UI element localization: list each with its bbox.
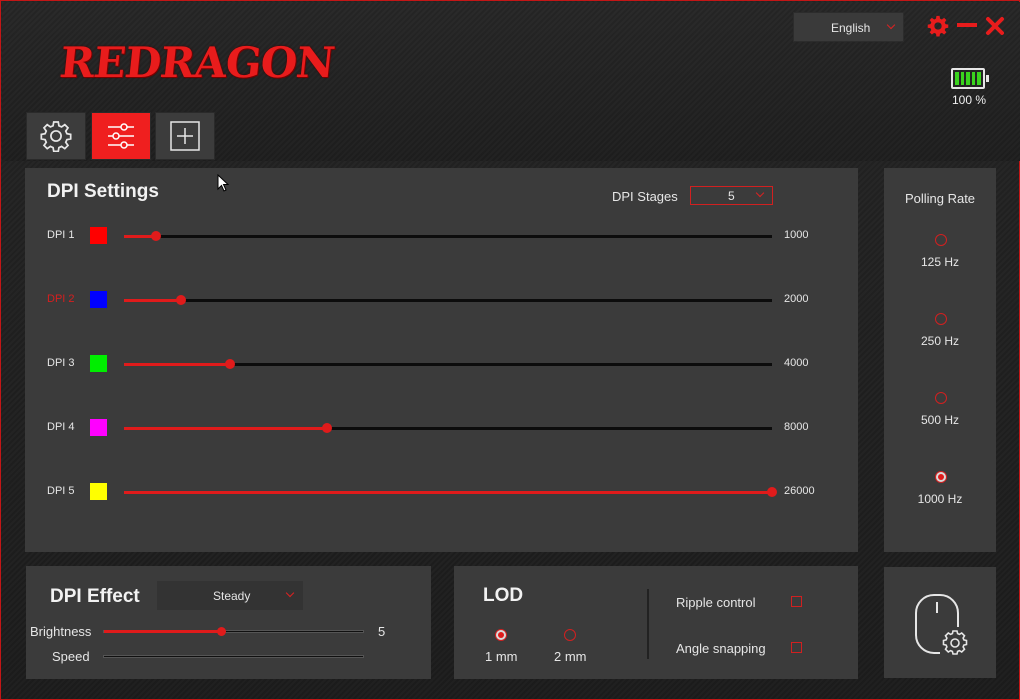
dpi-color-swatch[interactable] [90,419,107,436]
polling-radio[interactable] [935,392,947,404]
polling-option-label: 250 Hz [920,334,960,348]
dpi-row: DPI 1 1000 [47,226,827,246]
dpi-slider-thumb[interactable] [322,423,332,433]
lod-radio-2mm[interactable] [564,629,576,641]
dpi-slider-fill [124,427,327,430]
dpi-slider-thumb[interactable] [151,231,161,241]
polling-radio[interactable] [935,313,947,325]
ripple-control-label: Ripple control [676,595,756,610]
dpi-row-value: 8000 [784,421,809,433]
close-icon[interactable] [985,16,1005,36]
dpi-effect-value: Steady [213,589,251,603]
dpi-color-swatch[interactable] [90,355,107,372]
battery-percent: 100 % [951,93,987,107]
dpi-color-swatch[interactable] [90,227,107,244]
polling-option-label: 1000 Hz [917,492,963,506]
dpi-row: DPI 4 8000 [47,418,827,438]
dpi-row-value: 26000 [784,485,815,497]
chevron-down-icon [755,188,765,198]
brightness-label: Brightness [30,624,92,639]
dpi-slider-fill [124,363,230,366]
chevron-down-icon [886,20,896,30]
brand-logo: REDRAGON [57,38,337,87]
dpi-effect-title: DPI Effect [50,586,140,607]
angle-snapping-checkbox[interactable] [791,642,802,653]
dpi-slider-track[interactable] [124,299,772,302]
dpi-row-value: 4000 [784,357,809,369]
lod-option-label: 1 mm [485,649,518,664]
angle-snapping-label: Angle snapping [676,641,766,656]
minimize-icon[interactable] [957,21,977,29]
tab-adjust[interactable] [91,112,151,160]
dpi-row: DPI 2 2000 [47,290,827,310]
tab-macro[interactable] [155,112,215,160]
gear-icon [40,121,72,152]
language-value: English [831,21,871,35]
dpi-effect-select[interactable]: Steady [157,581,303,610]
dpi-stages-label: DPI Stages [612,189,678,204]
dpi-slider-thumb[interactable] [225,359,235,369]
brightness-fill [104,630,221,633]
lod-option-label: 2 mm [554,649,587,664]
dpi-row-label[interactable]: DPI 3 [47,357,75,369]
brightness-thumb[interactable] [217,627,226,636]
dpi-slider-thumb[interactable] [176,295,186,305]
lod-divider [647,589,649,659]
dpi-slider-thumb[interactable] [767,487,777,497]
dpi-color-swatch[interactable] [90,291,107,308]
polling-rate-title: Polling Rate [904,191,976,206]
gear-icon[interactable] [927,15,949,37]
lod-radio-1mm[interactable] [495,629,507,641]
ripple-control-checkbox[interactable] [791,596,802,607]
dpi-slider-fill [124,491,772,494]
dpi-color-swatch[interactable] [90,483,107,500]
dpi-slider-fill [124,299,181,302]
app-window: REDRAGON English 100 % DPI Settings DPI … [0,0,1020,700]
dpi-row: DPI 5 26000 [47,482,827,502]
dpi-settings-title: DPI Settings [47,181,159,202]
dpi-row-label[interactable]: DPI 5 [47,485,75,497]
polling-radio[interactable] [935,471,947,483]
mouse-settings-button[interactable] [884,567,996,678]
dpi-stages-select[interactable]: 5 [690,186,773,205]
dpi-row-label[interactable]: DPI 1 [47,229,75,241]
brightness-value: 5 [378,624,386,639]
mouse-cursor-icon [217,174,229,192]
chevron-down-icon [285,588,295,598]
dpi-row-label[interactable]: DPI 2 [47,293,75,305]
dpi-row-label[interactable]: DPI 4 [47,421,75,433]
dpi-row: DPI 3 4000 [47,354,827,374]
header: REDRAGON English 100 % [2,2,1020,161]
polling-option-label: 125 Hz [920,255,960,269]
mouse-gear-icon [915,594,968,655]
dpi-stages-value: 5 [728,189,735,203]
dpi-row-value: 2000 [784,293,809,305]
polling-radio[interactable] [935,234,947,246]
brightness-slider[interactable] [103,627,364,636]
polling-option-label: 500 Hz [920,413,960,427]
language-select[interactable]: English [793,12,904,42]
dpi-slider-track[interactable] [124,235,772,238]
battery-icon [951,68,989,89]
speed-slider[interactable] [103,655,364,658]
lod-title: LOD [483,585,524,606]
sliders-icon [108,123,134,149]
plus-square-icon [170,121,200,151]
tab-settings[interactable] [26,112,86,160]
speed-label: Speed [52,649,90,664]
dpi-row-value: 1000 [784,229,809,241]
